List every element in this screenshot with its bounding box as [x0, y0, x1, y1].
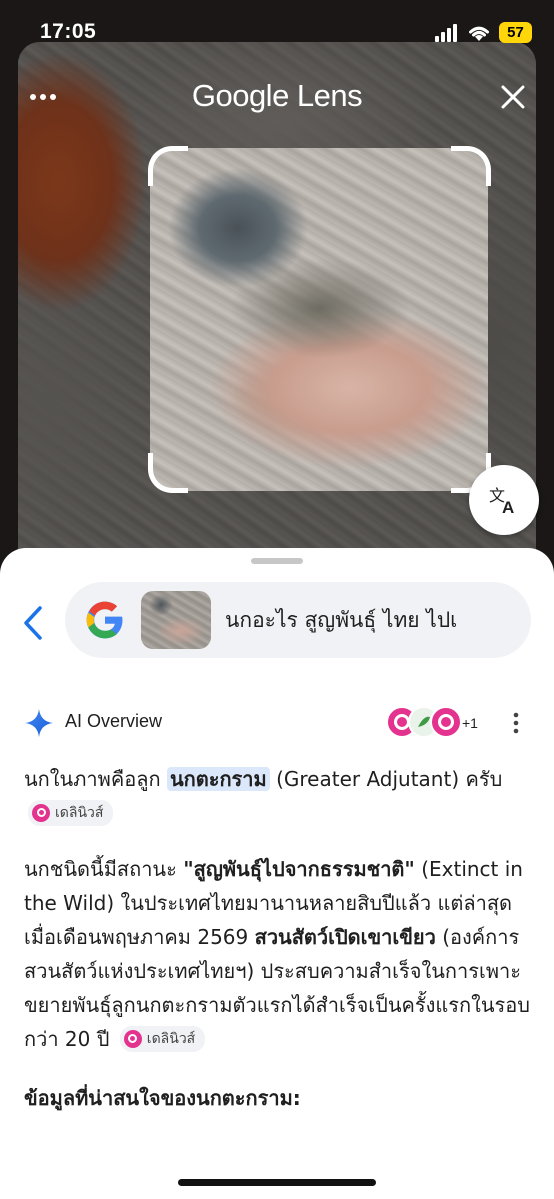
home-indicator[interactable]	[178, 1179, 376, 1186]
camera-view: 17:05 57 Google Lens 文 A	[0, 0, 554, 600]
sheet-drag-handle[interactable]	[251, 558, 303, 564]
answer-text: นกชนิดนี้มีสถานะ	[24, 857, 184, 881]
source-chip-label: เดลินิวส์	[146, 1030, 196, 1047]
back-chevron-icon[interactable]	[18, 603, 48, 643]
highlighted-term[interactable]: นกตะกราม	[166, 767, 270, 791]
results-sheet: นกอะไร สูญพันธุ์ ไทย ไปเ AI Overview +1 …	[0, 548, 554, 1199]
sources-more-count[interactable]: +1	[462, 715, 478, 731]
answer-bold-text: สวนสัตว์เปิดเขาเขียว	[254, 925, 436, 949]
answer-paragraph: นกชนิดนี้มีสถานะ "สูญพันธุ์ไปจากธรรมชาติ…	[24, 852, 532, 1056]
translate-icon: 文 A	[489, 486, 514, 517]
status-icons: 57	[435, 22, 532, 43]
query-image-thumbnail[interactable]	[141, 591, 211, 649]
answer-bold-text: "สูญพันธุ์ไปจากธรรมชาติ"	[183, 857, 415, 881]
ai-overview-header: AI Overview +1	[24, 706, 534, 740]
source-chip-label: เดลินิวส์	[55, 804, 104, 821]
battery-indicator: 57	[499, 22, 532, 43]
section-heading: ข้อมูลที่น่าสนใจของนกตะกราม:	[24, 1086, 301, 1110]
sparkle-icon	[25, 709, 53, 737]
search-bar[interactable]: นกอะไร สูญพันธุ์ ไทย ไปเ	[65, 582, 531, 658]
answer-text: นกในภาพคือลูก	[24, 767, 161, 791]
source-logo-icon	[32, 803, 50, 822]
source-icon[interactable]	[430, 706, 462, 738]
search-query-text[interactable]: นกอะไร สูญพันธุ์ ไทย ไปเ	[225, 604, 525, 636]
lens-title: Google Lens	[191, 78, 363, 113]
ai-overview-content: นกในภาพคือลูก นกตะกราม (Greater Adjutant…	[24, 762, 532, 1114]
source-chip[interactable]: เดลินิวส์	[28, 799, 114, 826]
signal-icon	[435, 23, 457, 42]
google-g-icon	[86, 601, 123, 639]
source-logo-icon	[123, 1029, 142, 1048]
svg-text:A: A	[502, 498, 514, 517]
status-time: 17:05	[40, 20, 97, 43]
close-icon[interactable]	[498, 82, 528, 112]
wifi-icon	[469, 26, 489, 41]
selection-region[interactable]	[150, 148, 488, 491]
ai-overview-label: AI Overview	[65, 711, 163, 731]
kebab-icon[interactable]	[508, 711, 524, 735]
source-icons[interactable]	[386, 706, 466, 740]
answer-text: (Greater Adjutant) ครับ	[269, 767, 503, 791]
answer-paragraph: นกในภาพคือลูก นกตะกราม (Greater Adjutant…	[24, 762, 532, 830]
source-chip[interactable]: เดลินิวส์	[119, 1025, 206, 1052]
translate-button[interactable]: 文 A	[469, 465, 539, 535]
